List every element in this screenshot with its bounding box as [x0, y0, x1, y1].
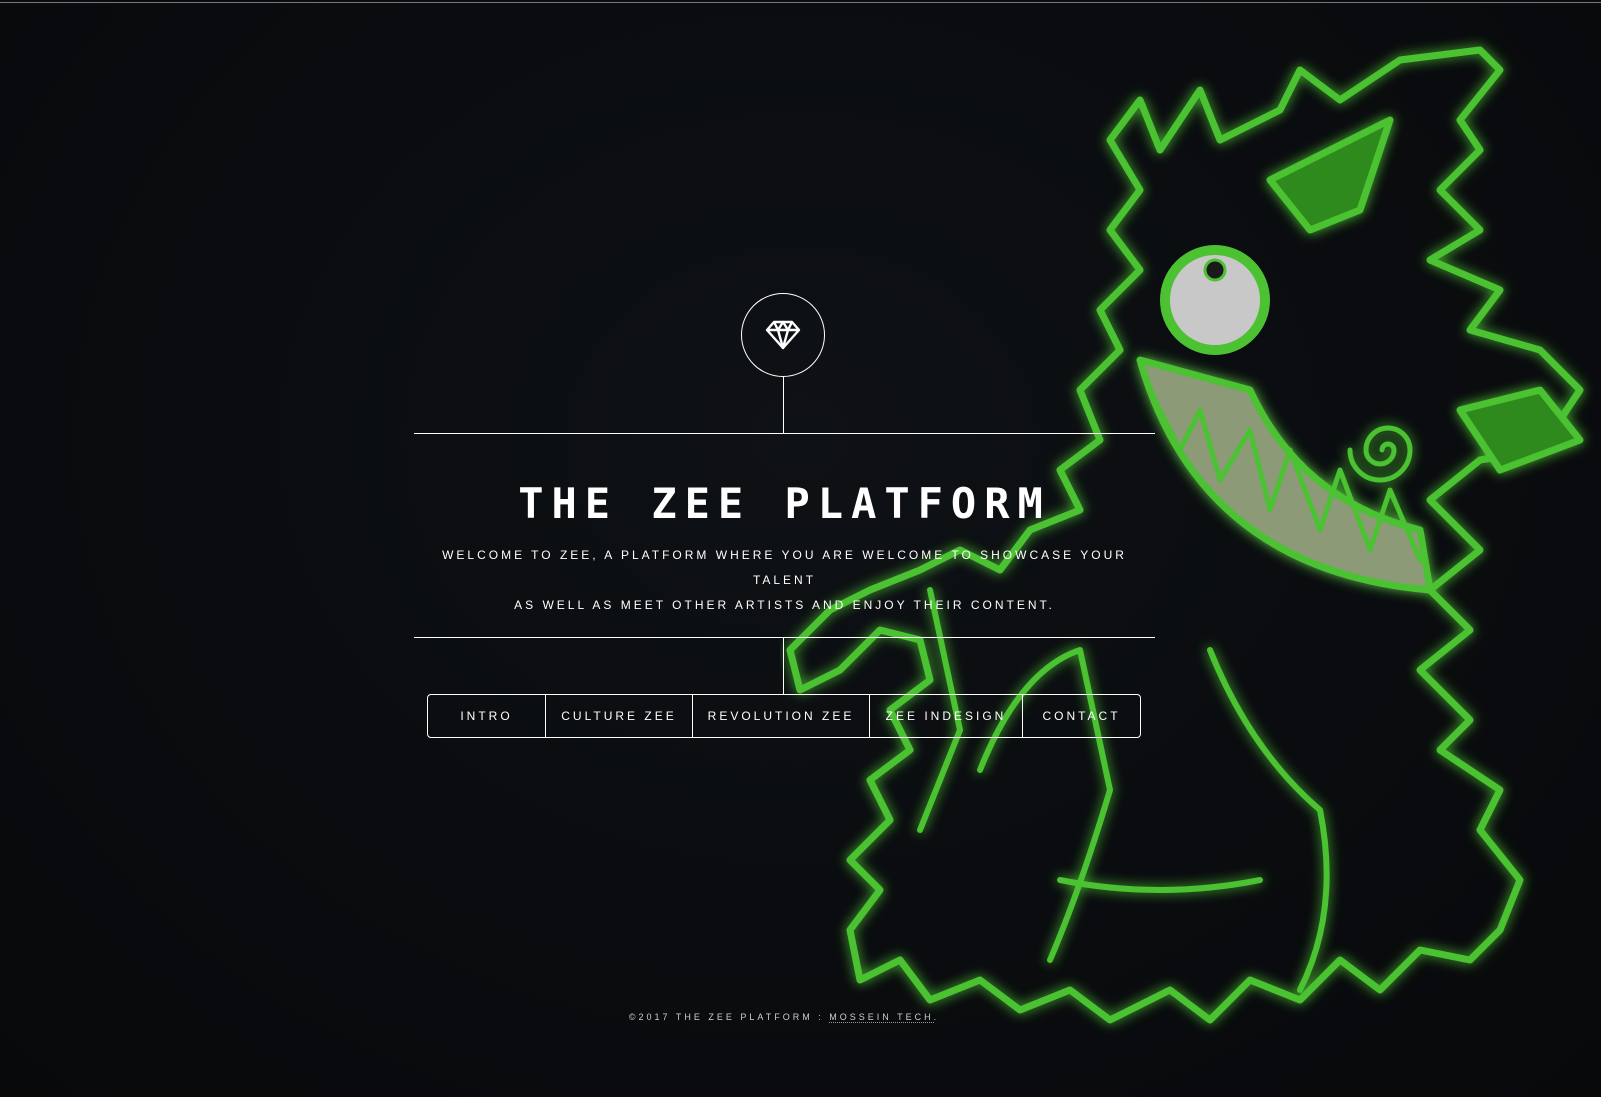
divider-top [414, 433, 1155, 434]
diamond-icon [765, 320, 801, 350]
nav-item-zee-indesign[interactable]: ZEE INDESIGN [870, 695, 1023, 737]
nav-item-intro[interactable]: INTRO [428, 695, 546, 737]
main-nav: INTRO CULTURE ZEE REVOLUTION ZEE ZEE IND… [427, 694, 1141, 738]
footer: ©2017 THE ZEE PLATFORM : MOSSEIN TECH. [0, 1012, 1568, 1023]
divider-bottom [414, 637, 1155, 638]
intro-text: WELCOME TO ZEE, A PLATFORM WHERE YOU ARE… [414, 543, 1155, 618]
intro-text-line-1: WELCOME TO ZEE, A PLATFORM WHERE YOU ARE… [442, 548, 1127, 587]
page: THE ZEE PLATFORM WELCOME TO ZEE, A PLATF… [0, 0, 1601, 1097]
nav-item-culture-zee[interactable]: CULTURE ZEE [546, 695, 693, 737]
footer-credit-link[interactable]: MOSSEIN TECH [829, 1012, 934, 1023]
logo [741, 293, 825, 377]
page-title: THE ZEE PLATFORM [518, 479, 1051, 528]
connector-line-top [783, 377, 784, 434]
top-border [0, 2, 1601, 3]
nav-item-revolution-zee[interactable]: REVOLUTION ZEE [693, 695, 870, 737]
nav-item-contact[interactable]: CONTACT [1023, 695, 1140, 737]
footer-copyright: ©2017 THE ZEE PLATFORM : [628, 1012, 830, 1022]
intro-text-line-2: AS WELL AS MEET OTHER ARTISTS AND ENJOY … [514, 598, 1055, 612]
connector-line-bottom [783, 638, 784, 694]
footer-suffix: . [933, 1012, 940, 1022]
